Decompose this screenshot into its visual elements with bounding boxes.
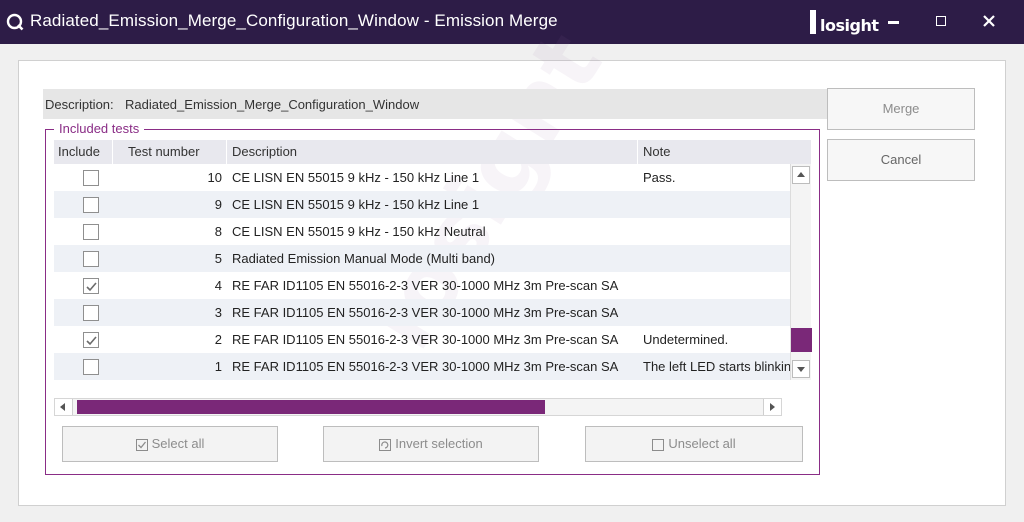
description-cell: RE FAR ID1105 EN 55016-2-3 VER 30-1000 M…: [232, 359, 619, 374]
table-row[interactable]: 5 Radiated Emission Manual Mode (Multi b…: [54, 245, 790, 272]
table-row[interactable]: 1 RE FAR ID1105 EN 55016-2-3 VER 30-1000…: [54, 353, 790, 380]
description-bar: Description: Radiated_Emission_Merge_Con…: [43, 89, 839, 119]
arrow-up-icon: [797, 172, 805, 177]
column-header-test-number[interactable]: Test number: [128, 144, 200, 159]
select-all-label: Select all: [151, 436, 205, 451]
table-row[interactable]: 2 RE FAR ID1105 EN 55016-2-3 VER 30-1000…: [54, 326, 790, 353]
column-header-note[interactable]: Note: [643, 144, 670, 159]
include-checkbox[interactable]: [83, 278, 99, 294]
description-cell: Radiated Emission Manual Mode (Multi ban…: [232, 251, 496, 266]
minimize-button[interactable]: [878, 8, 908, 36]
test-number-cell: 9: [214, 197, 222, 212]
description-cell: CE LISN EN 55015 9 kHz - 150 kHz Line 1: [232, 170, 480, 185]
arrow-down-icon: [797, 367, 805, 372]
table-row[interactable]: 3 RE FAR ID1105 EN 55016-2-3 VER 30-1000…: [54, 299, 790, 326]
note-cell: The left LED starts blinking: [643, 359, 790, 374]
maximize-icon: [936, 16, 946, 26]
description-cell: RE FAR ID1105 EN 55016-2-3 VER 30-1000 M…: [232, 332, 619, 347]
client-area: losight Description: Radiated_Emission_M…: [0, 15, 1024, 522]
table-row[interactable]: 4 RE FAR ID1105 EN 55016-2-3 VER 30-1000…: [54, 272, 790, 299]
main-panel: losight Description: Radiated_Emission_M…: [18, 15, 1006, 506]
test-number-cell: 4: [214, 278, 222, 293]
column-separator: [637, 140, 638, 164]
cancel-button[interactable]: Cancel: [827, 139, 975, 181]
include-checkbox[interactable]: [83, 332, 99, 348]
horizontal-scrollbar[interactable]: [54, 398, 782, 416]
test-number-cell: 8: [214, 224, 222, 239]
scroll-right-button[interactable]: [763, 399, 781, 415]
close-icon: [983, 15, 995, 27]
tests-table: Include Test number Description Note 10 …: [54, 140, 812, 385]
window-title: Radiated_Emission_Merge_Configuration_Wi…: [30, 11, 558, 30]
column-separator: [112, 140, 113, 164]
description-cell: CE LISN EN 55015 9 kHz - 150 kHz Line 1: [232, 197, 480, 212]
vertical-scrollbar[interactable]: [790, 164, 812, 380]
column-header-description[interactable]: Description: [232, 144, 297, 159]
vertical-scroll-thumb[interactable]: [791, 328, 812, 352]
check-icon: [86, 336, 97, 346]
brand-name: losight: [820, 16, 879, 35]
description-cell: RE FAR ID1105 EN 55016-2-3 VER 30-1000 M…: [232, 305, 619, 320]
unselect-all-button[interactable]: Unselect all: [585, 426, 803, 462]
test-number-cell: 10: [207, 170, 222, 185]
minimize-icon: [888, 21, 899, 24]
checkbox-empty-icon: [652, 438, 665, 451]
invert-selection-label: Invert selection: [395, 436, 483, 451]
brand-logo-mark-icon: [810, 10, 816, 34]
scroll-left-button[interactable]: [55, 399, 73, 415]
include-checkbox[interactable]: [83, 305, 99, 321]
select-all-button[interactable]: Select all: [62, 426, 278, 462]
test-number-cell: 3: [214, 305, 222, 320]
test-number-cell: 5: [214, 251, 222, 266]
check-icon: [86, 282, 97, 292]
app-logo-icon: [6, 13, 24, 31]
close-button[interactable]: [974, 8, 1004, 36]
table-header: Include Test number Description Note: [54, 140, 811, 164]
scroll-down-button[interactable]: [792, 360, 810, 378]
description-cell: CE LISN EN 55015 9 kHz - 150 kHz Neutral: [232, 224, 486, 239]
title-bar: Radiated_Emission_Merge_Configuration_Wi…: [0, 0, 1024, 44]
include-checkbox[interactable]: [83, 197, 99, 213]
unselect-all-label: Unselect all: [668, 436, 736, 451]
maximize-button[interactable]: [926, 8, 956, 36]
scroll-up-button[interactable]: [792, 166, 810, 184]
arrow-right-icon: [770, 403, 775, 411]
table-row[interactable]: 9 CE LISN EN 55015 9 kHz - 150 kHz Line …: [54, 191, 790, 218]
note-cell: Undetermined.: [643, 332, 729, 347]
column-header-include[interactable]: Include: [58, 144, 100, 159]
merge-button[interactable]: Merge: [827, 88, 975, 130]
group-title: Included tests: [54, 121, 145, 136]
description-label: Description:: [45, 97, 114, 112]
table-row[interactable]: 8 CE LISN EN 55015 9 kHz - 150 kHz Neutr…: [54, 218, 790, 245]
description-cell: RE FAR ID1105 EN 55016-2-3 VER 30-1000 M…: [232, 278, 619, 293]
included-tests-group: Included tests Include Test number Descr…: [45, 121, 820, 475]
description-value: Radiated_Emission_Merge_Configuration_Wi…: [125, 97, 420, 112]
table-row[interactable]: 10 CE LISN EN 55015 9 kHz - 150 kHz Line…: [54, 164, 790, 191]
include-checkbox[interactable]: [83, 224, 99, 240]
checkbox-checked-icon: [135, 438, 148, 451]
table-body: 10 CE LISN EN 55015 9 kHz - 150 kHz Line…: [54, 164, 790, 380]
arrow-left-icon: [60, 403, 65, 411]
test-number-cell: 1: [214, 359, 222, 374]
horizontal-scroll-thumb[interactable]: [77, 400, 545, 414]
invert-selection-button[interactable]: Invert selection: [323, 426, 539, 462]
include-checkbox[interactable]: [83, 251, 99, 267]
note-cell: Pass.: [643, 170, 676, 185]
column-separator: [226, 140, 227, 164]
include-checkbox[interactable]: [83, 170, 99, 186]
include-checkbox[interactable]: [83, 359, 99, 375]
invert-selection-icon: [379, 438, 392, 451]
test-number-cell: 2: [214, 332, 222, 347]
brand-logo: losight: [808, 6, 879, 38]
